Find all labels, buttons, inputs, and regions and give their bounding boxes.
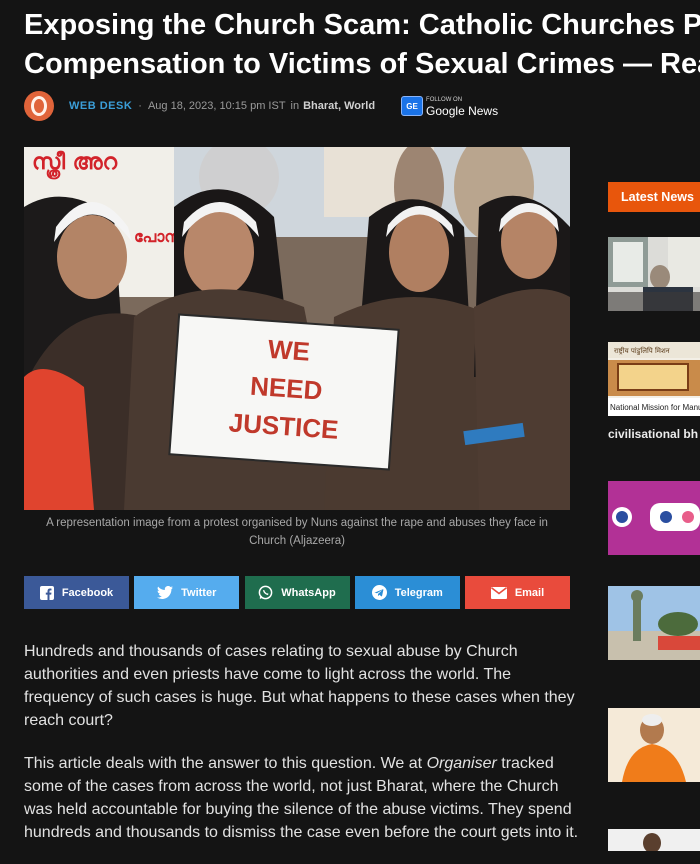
google-news-label: Google News — [426, 103, 499, 118]
thumb2-hindi: राष्ट्रीय पांडुलिपि मिशन — [614, 346, 670, 355]
google-news-follow[interactable]: GE FOLLOW ON Google News — [401, 96, 498, 117]
title-line-1: Exposing the Church Scam: Catholic Churc… — [24, 9, 700, 41]
telegram-icon — [371, 585, 387, 600]
news-photo-2: राष्ट्रीय पांडुलिपि मिशन National Missio… — [608, 342, 700, 416]
email-icon — [490, 586, 507, 599]
share-twitter-label: Twitter — [181, 586, 217, 599]
latest-news-heading: Latest News — [608, 182, 700, 212]
author-link[interactable]: WEB DESK — [69, 100, 132, 112]
news-photo-3 — [608, 481, 700, 555]
share-twitter-button[interactable]: Twitter — [134, 576, 240, 609]
share-bar: Facebook Twitter WhatsApp Telegram Email — [24, 576, 570, 609]
in-label: in — [290, 100, 300, 112]
whatsapp-icon — [258, 585, 273, 600]
sign-line-1: WE — [267, 334, 311, 367]
twitter-icon — [157, 586, 174, 599]
latest-news-thumb-5[interactable] — [608, 708, 700, 782]
category-world[interactable]: World — [344, 100, 375, 112]
latest-news-title-2[interactable]: civilisational bh — [608, 427, 700, 441]
thumb2-caption: National Mission for Manusc — [610, 403, 700, 412]
share-whatsapp-label: WhatsApp — [281, 586, 336, 599]
google-news-icon: GE — [401, 96, 424, 116]
share-facebook-button[interactable]: Facebook — [24, 576, 129, 609]
meta-separator: · — [138, 100, 142, 112]
facebook-icon — [39, 585, 54, 600]
article-title: Exposing the Church Scam: Catholic Churc… — [24, 6, 700, 84]
article-hero-image: സ്ത്രീ അറ പോസ് WE NEED JUSTICE — [24, 147, 570, 510]
organiser-emphasis: Organiser — [426, 755, 497, 772]
share-telegram-label: Telegram — [394, 586, 443, 599]
title-line-2: Compensation to Victims of Sexual Crimes… — [24, 48, 700, 80]
share-email-button[interactable]: Email — [465, 576, 570, 609]
share-telegram-button[interactable]: Telegram — [354, 576, 460, 609]
caption-line-1: A representation image from a protest or… — [46, 517, 548, 529]
image-caption: A representation image from a protest or… — [24, 514, 570, 550]
latest-news-thumb-4[interactable] — [608, 586, 700, 660]
publish-date: Aug 18, 2023, 10:15 pm IST — [147, 100, 286, 112]
article-meta: WEB DESK · Aug 18, 2023, 10:15 pm IST in… — [24, 90, 498, 122]
latest-news-thumb-2[interactable]: राष्ट्रीय पांडुलिपि मिशन National Missio… — [608, 342, 700, 416]
latest-news-thumb-3[interactable] — [608, 481, 700, 555]
share-whatsapp-button[interactable]: WhatsApp — [244, 576, 350, 609]
share-email-label: Email — [514, 586, 545, 599]
share-facebook-label: Facebook — [61, 586, 114, 599]
latest-news-thumb-6[interactable] — [608, 829, 700, 851]
category-bharat[interactable]: Bharat — [303, 100, 338, 112]
paragraph-2: This article deals with the answer to th… — [24, 752, 580, 844]
protest-photo: സ്ത്രീ അറ പോസ് WE NEED JUSTICE — [24, 147, 570, 510]
latest-news-thumb-1[interactable] — [608, 237, 700, 311]
news-photo-4 — [608, 586, 700, 660]
news-photo-5 — [608, 708, 700, 782]
news-photo-1 — [608, 237, 700, 311]
paragraph-1: Hundreds and thousands of cases relating… — [24, 643, 575, 729]
paragraph-2-start: This article deals with the answer to th… — [24, 755, 427, 772]
caption-line-2: Church (Aljazeera) — [249, 535, 345, 547]
article-body: Hundreds and thousands of cases relating… — [24, 640, 580, 864]
news-photo-6 — [608, 829, 700, 851]
author-avatar[interactable] — [24, 91, 54, 121]
sign-line-2: NEED — [249, 371, 323, 406]
